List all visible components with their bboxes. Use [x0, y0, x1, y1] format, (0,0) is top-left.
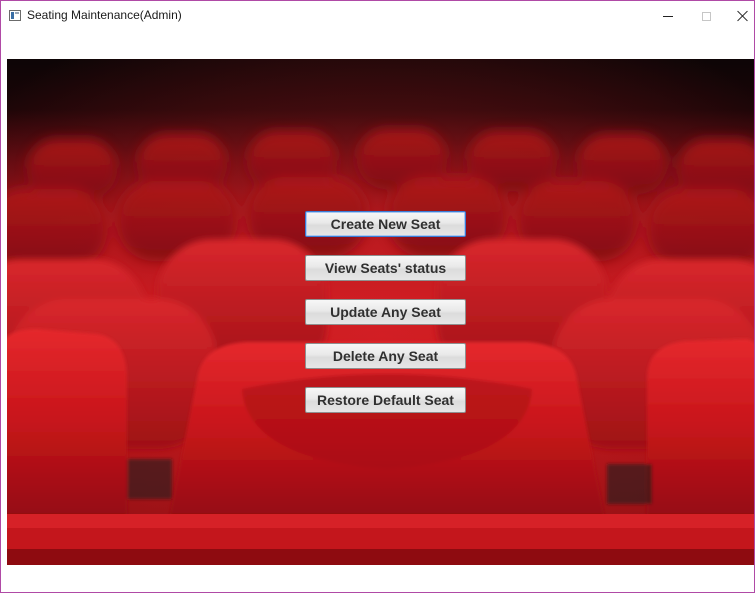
app-window: Seating Maintenance(Admin) Create New Se… [0, 0, 755, 593]
app-window-icon [9, 10, 21, 21]
close-button[interactable] [728, 1, 754, 31]
window-title: Seating Maintenance(Admin) [27, 8, 182, 22]
close-icon [737, 10, 749, 22]
view-seats-status-button[interactable]: View Seats' status [305, 255, 466, 281]
minimize-button[interactable] [653, 1, 683, 31]
maximize-icon [701, 11, 711, 21]
update-any-seat-button[interactable]: Update Any Seat [305, 299, 466, 325]
delete-any-seat-button[interactable]: Delete Any Seat [305, 343, 466, 369]
title-bar[interactable]: Seating Maintenance(Admin) [1, 1, 754, 31]
minimize-icon [663, 15, 673, 17]
restore-default-seat-button[interactable]: Restore Default Seat [305, 387, 466, 413]
create-new-seat-button[interactable]: Create New Seat [305, 211, 466, 237]
maximize-button[interactable] [691, 1, 721, 31]
